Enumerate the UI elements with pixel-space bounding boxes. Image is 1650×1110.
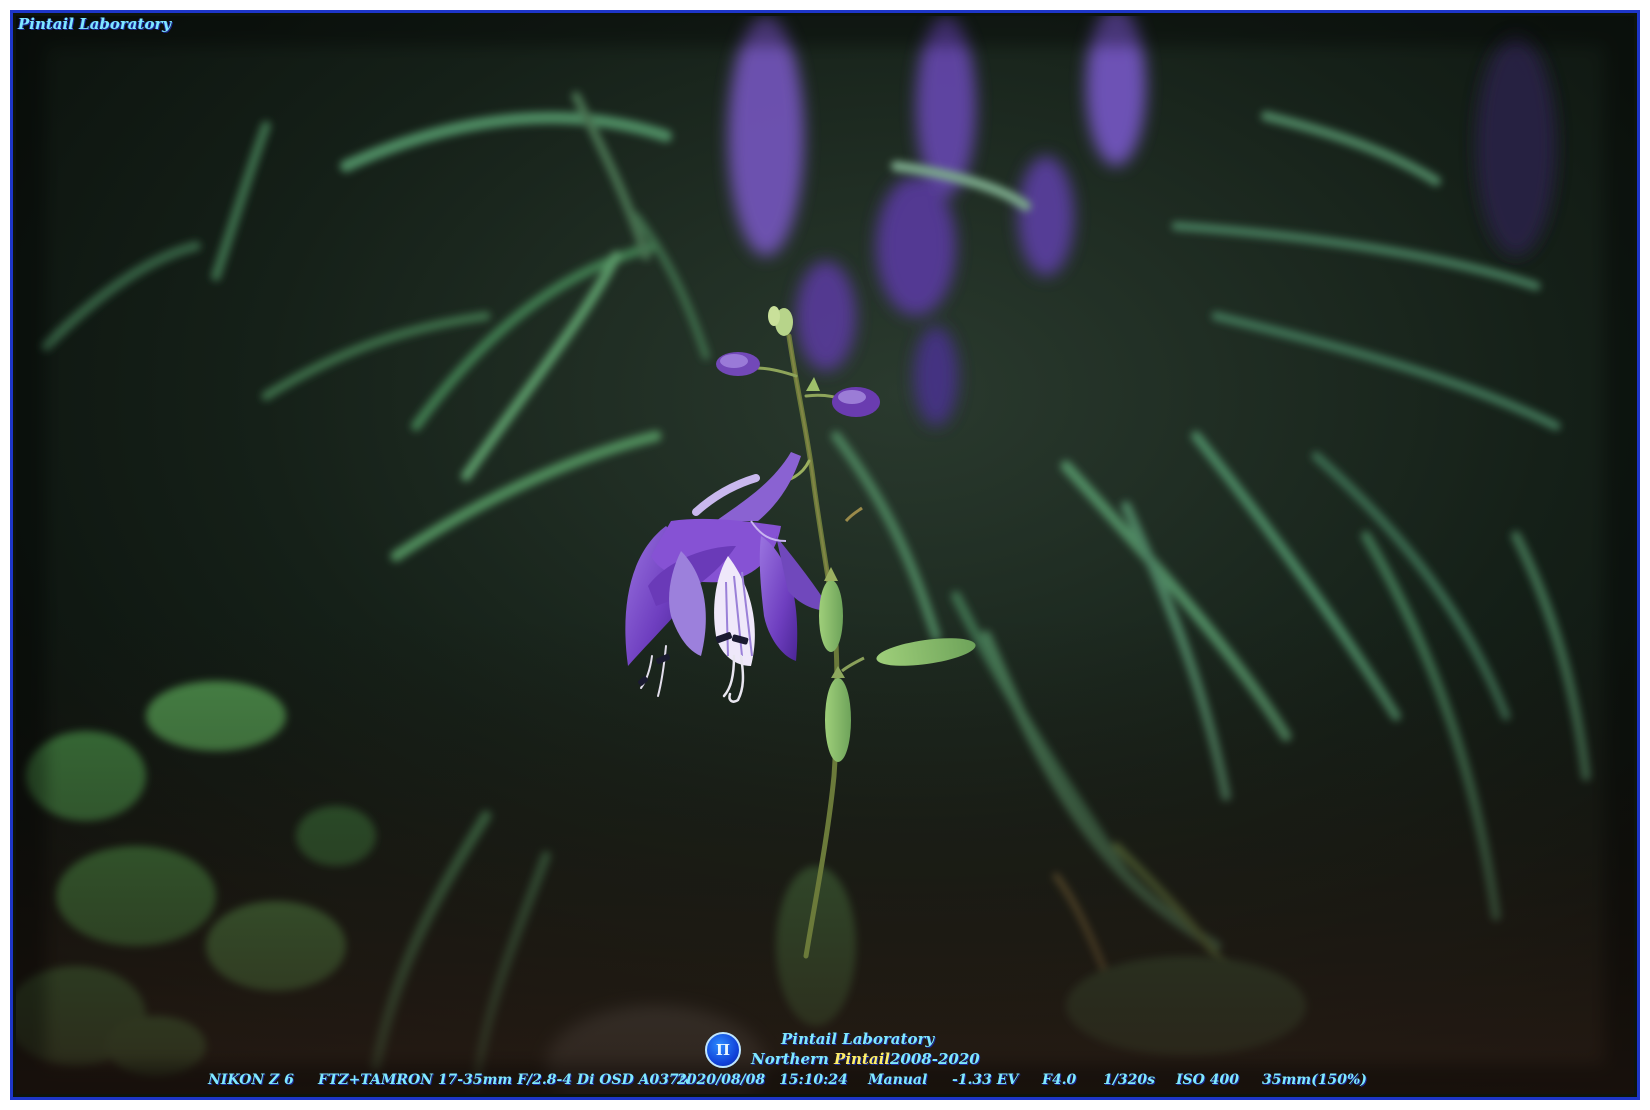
exif-bar: NIKON Z 6 FTZ+TAMRON 17-35mm F/2.8-4 Di … <box>0 1072 1650 1094</box>
photo-frame <box>10 10 1640 1100</box>
watermark-logo: Π Pintail Laboratory Northern Pintail200… <box>705 1030 980 1070</box>
exif-focal: 35mm(150%) <box>1262 1072 1367 1088</box>
exif-time: 15:10:24 <box>779 1072 848 1088</box>
pintail-logo-icon: Π <box>705 1032 741 1068</box>
exif-ev: -1.33 EV <box>952 1072 1019 1088</box>
exif-lens: FTZ+TAMRON 17-35mm F/2.8-4 Di OSD A037N <box>318 1072 692 1088</box>
exif-camera: NIKON Z 6 <box>208 1072 294 1088</box>
photo-hosta-flower <box>16 16 1634 1094</box>
logo-subtitle-part3: 2008-2020 <box>889 1050 980 1068</box>
exif-iso: ISO 400 <box>1176 1072 1239 1088</box>
logo-subtitle-part1: Northern <box>751 1050 829 1068</box>
logo-subtitle-part2: Pintail <box>834 1050 890 1068</box>
exif-date: 2020/08/08 <box>677 1072 766 1088</box>
top-left-watermark: Pintail Laboratory <box>18 15 172 33</box>
exif-mode: Manual <box>868 1072 928 1088</box>
exif-shutter: 1/320s <box>1103 1072 1155 1088</box>
exif-aperture: F4.0 <box>1042 1072 1077 1088</box>
logo-title: Pintail Laboratory <box>781 1030 935 1048</box>
logo-subtitle: Northern Pintail2008-2020 <box>751 1050 980 1068</box>
